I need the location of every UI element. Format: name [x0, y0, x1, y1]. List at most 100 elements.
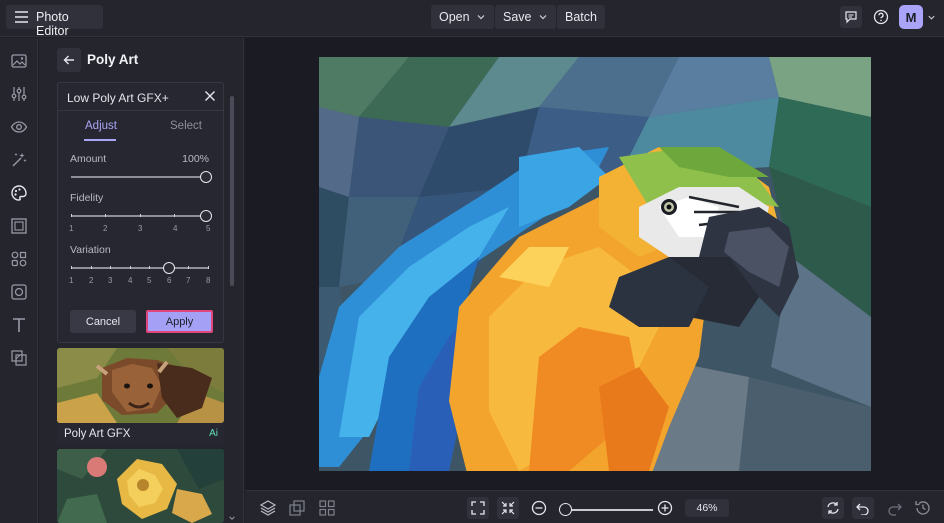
texture-icon[interactable]	[10, 283, 28, 301]
magic-wand-icon[interactable]	[10, 151, 28, 169]
tick-label: 1	[69, 276, 74, 285]
tick-label: 5	[147, 276, 152, 285]
save-label: Save	[503, 10, 532, 24]
menu-button[interactable]: Photo Editor	[6, 5, 103, 38]
slider-tick	[140, 214, 141, 217]
slider-label-variation: Variation	[70, 244, 111, 256]
tick-label: 3	[138, 224, 143, 233]
open-button[interactable]: Open	[431, 5, 494, 29]
open-label: Open	[439, 10, 470, 24]
help-icon	[873, 9, 889, 25]
palette-icon[interactable]	[10, 184, 28, 202]
tick-label: 5	[206, 224, 211, 233]
tool-rail	[0, 38, 38, 523]
preset-preview-image	[57, 348, 224, 423]
grid-icon[interactable]	[318, 499, 336, 517]
slider-label-amount: Amount	[70, 153, 107, 165]
image-icon[interactable]	[10, 52, 28, 70]
batch-button[interactable]: Batch	[557, 5, 605, 29]
back-button[interactable]	[57, 48, 81, 72]
avatar-letter: M	[905, 9, 917, 25]
panel-title: Poly Art	[87, 52, 139, 67]
undo-icon	[856, 503, 869, 515]
variation-slider-handle[interactable]	[163, 262, 175, 274]
preset-preview-image	[57, 449, 224, 523]
slider-value-amount: 100%	[182, 153, 209, 165]
effect-title: Low Poly Art GFX+	[67, 91, 169, 105]
fit-screen-button[interactable]	[467, 497, 489, 519]
slider-tick	[71, 214, 72, 217]
bottom-toolbar: 46%	[245, 490, 944, 523]
slider-tick	[208, 266, 209, 269]
amount-slider-handle[interactable]	[200, 171, 212, 183]
slider-tick	[91, 266, 92, 269]
expand-icon	[471, 501, 485, 515]
poly-art-parrot-image	[319, 57, 871, 471]
effects-panel: Poly Art Low Poly Art GFX+ Adjust Select…	[39, 38, 244, 523]
transform-icon[interactable]	[288, 499, 306, 517]
amount-slider[interactable]	[71, 176, 209, 178]
text-icon[interactable]	[10, 316, 28, 334]
avatar[interactable]: M	[899, 5, 923, 29]
chevron-down-icon	[539, 15, 546, 20]
zoom-level[interactable]: 46%	[685, 499, 729, 517]
zoom-slider-handle[interactable]	[559, 503, 572, 516]
preset-label[interactable]: Poly Art GFX Ai	[57, 423, 224, 445]
edited-photo[interactable]	[319, 57, 871, 471]
slider-tick	[71, 266, 72, 269]
preset-thumbnail[interactable]	[57, 449, 224, 523]
preset-thumbnail[interactable]	[57, 348, 224, 423]
panel-scrollbar[interactable]	[230, 96, 234, 286]
active-tab-indicator	[84, 139, 116, 141]
effect-settings-card: Low Poly Art GFX+ Adjust Select Amount 1…	[57, 82, 224, 343]
tab-adjust[interactable]: Adjust	[85, 120, 117, 132]
refresh-icon	[827, 502, 839, 514]
slider-tick	[174, 214, 175, 217]
tick-label: 6	[167, 276, 172, 285]
slider-tick	[130, 266, 131, 269]
tick-label: 7	[186, 276, 191, 285]
hamburger-icon	[15, 11, 28, 23]
fidelity-slider-handle[interactable]	[200, 210, 212, 222]
fidelity-slider[interactable]	[71, 214, 209, 217]
arrow-left-icon	[63, 55, 74, 65]
help-button[interactable]	[870, 6, 892, 28]
apply-button[interactable]: Apply	[146, 310, 213, 333]
save-button[interactable]: Save	[495, 5, 556, 29]
slider-tick	[105, 214, 106, 217]
frame-icon[interactable]	[10, 217, 28, 235]
close-icon[interactable]	[203, 89, 217, 103]
tab-select[interactable]: Select	[170, 120, 202, 132]
slider-tick	[110, 266, 111, 269]
chevron-down-icon[interactable]	[228, 514, 236, 522]
compress-icon	[501, 501, 515, 515]
tick-label: 3	[108, 276, 113, 285]
sliders-icon[interactable]	[10, 85, 28, 103]
chevron-down-icon[interactable]	[927, 13, 936, 22]
comment-icon	[845, 11, 857, 24]
redo-icon[interactable]	[885, 499, 903, 517]
top-bar: Photo Editor Open Save Batch M	[0, 0, 944, 38]
slider-tick	[188, 266, 189, 269]
slider-label-fidelity: Fidelity	[70, 192, 104, 204]
tick-label: 2	[103, 224, 108, 233]
shapes-icon[interactable]	[10, 250, 28, 268]
tick-label: 4	[128, 276, 133, 285]
zoom-in-icon[interactable]	[656, 499, 674, 517]
feedback-button[interactable]	[840, 6, 862, 28]
eye-icon[interactable]	[10, 118, 28, 136]
variation-slider[interactable]	[71, 266, 209, 269]
layers-icon[interactable]	[259, 499, 277, 517]
slider-tick	[149, 266, 150, 269]
undo-button[interactable]	[852, 497, 874, 519]
actual-size-button[interactable]	[497, 497, 519, 519]
zoom-slider[interactable]	[565, 509, 653, 511]
tick-label: 4	[173, 224, 178, 233]
history-icon[interactable]	[914, 499, 932, 517]
overlay-icon[interactable]	[10, 349, 28, 367]
cancel-button[interactable]: Cancel	[70, 310, 136, 333]
tick-label: 8	[206, 276, 211, 285]
compare-button[interactable]	[822, 497, 844, 519]
ai-badge: Ai	[209, 428, 218, 439]
zoom-out-icon[interactable]	[530, 499, 548, 517]
